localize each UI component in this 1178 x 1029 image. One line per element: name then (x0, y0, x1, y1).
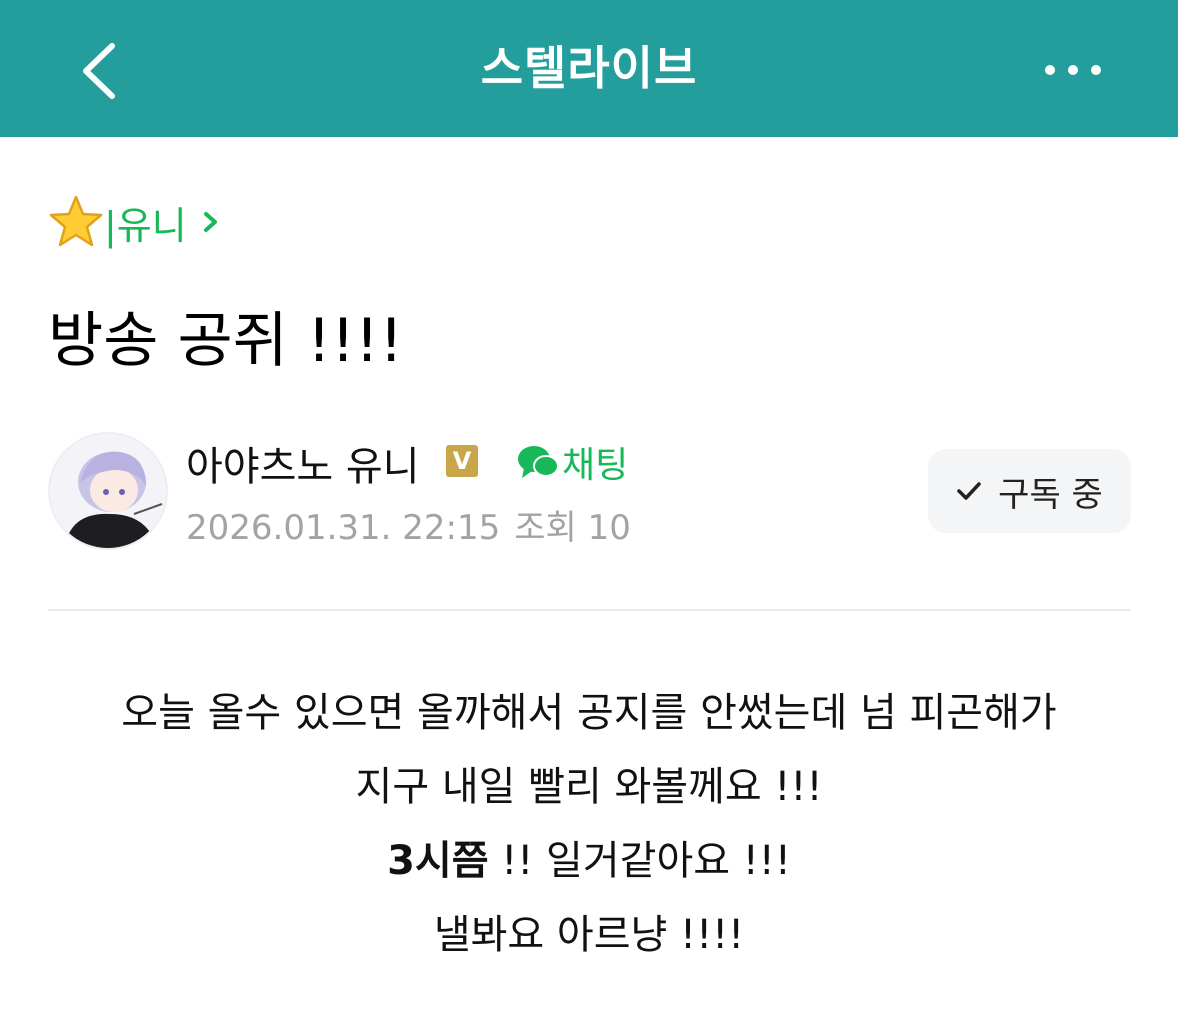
verified-badge: V (446, 445, 478, 477)
post-title: 방송 공쥐 !!!! (48, 306, 404, 376)
body-line: 지구 내일 빨리 와볼께요 !!! (355, 764, 823, 810)
body-text: !! 일거같아요 !!! (488, 838, 791, 884)
chat-label: 채팅 (562, 445, 629, 486)
check-icon (957, 482, 981, 500)
post-body: 오늘 올수 있으면 올까해서 공지를 안썼는데 넘 피곤해가 지구 내일 빨리 … (40, 676, 1138, 972)
body-line: 낼봐요 아르냥 !!!! (433, 912, 745, 958)
app-title: 스텔라이브 (480, 41, 698, 95)
post-date: 2026.01.31. 22:15 (186, 508, 501, 548)
avatar[interactable] (48, 432, 168, 550)
star-icon (49, 195, 103, 247)
divider (48, 609, 1131, 611)
chat-button[interactable]: 채팅 (516, 438, 628, 486)
body-bold-text: 3시쯤 (387, 838, 489, 884)
chevron-right-icon (203, 212, 217, 232)
top-app-bar: 스텔라이브 (0, 0, 1178, 137)
chat-bubble-icon (518, 446, 559, 478)
post-meta: 2026.01.31. 22:15 조회 10 (186, 500, 631, 549)
author-name[interactable]: 아야츠노 유니 (186, 434, 420, 492)
avatar-image (50, 434, 166, 548)
body-line: 3시쯤 !! 일거같아요 !!! (40, 824, 1138, 898)
subscribe-label: 구독 중 (998, 474, 1103, 515)
subscribe-button[interactable]: 구독 중 (928, 449, 1131, 533)
board-link[interactable]: |유니 (48, 192, 221, 252)
more-button[interactable] (1036, 50, 1116, 90)
body-line: 오늘 올수 있으면 올까해서 공지를 안썼는데 넘 피곤해가 (121, 690, 1057, 736)
board-label: |유니 (104, 203, 187, 248)
view-count: 조회 10 (514, 508, 631, 548)
more-horizontal-icon (1045, 65, 1101, 75)
